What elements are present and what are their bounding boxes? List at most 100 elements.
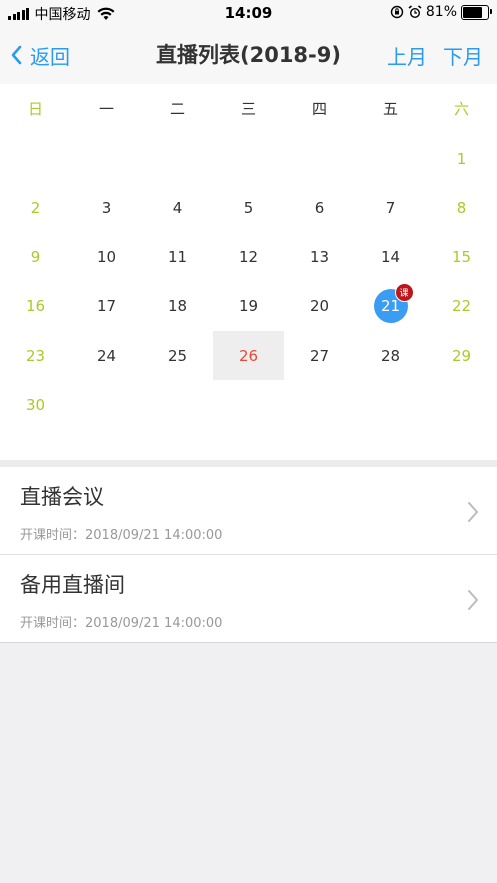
battery-icon (461, 4, 492, 20)
day-label: 9 (30, 248, 41, 267)
day-number: 23 (26, 347, 45, 365)
day-label: 22 (451, 297, 472, 316)
calendar-day-23[interactable]: 23 (0, 331, 71, 380)
month-switcher: 上月 下月 (387, 26, 483, 84)
day-number: 2 (31, 199, 41, 217)
day-label: 16 (25, 297, 46, 316)
calendar-day-11[interactable]: 11 (142, 233, 213, 282)
item-start-time: 开课时间：2018/09/21 14:00:00 (20, 528, 223, 543)
day-number: 28 (381, 347, 400, 365)
day-label: 3 (101, 198, 112, 217)
day-number: 7 (386, 199, 396, 217)
day-number: 30 (26, 396, 45, 414)
day-number: 9 (31, 248, 41, 266)
day-number: 12 (239, 248, 258, 266)
day-number: 14 (381, 248, 400, 266)
calendar-day-22[interactable]: 22 (426, 282, 497, 331)
calendar-day-4[interactable]: 4 (142, 183, 213, 232)
calendar-day-2[interactable]: 2 (0, 183, 71, 232)
calendar-day-18[interactable]: 18 (142, 282, 213, 331)
calendar-day-3[interactable]: 3 (71, 183, 142, 232)
calendar-day-14[interactable]: 14 (355, 233, 426, 282)
day-number: 29 (452, 347, 471, 365)
status-bar: 中国移动 14:09 81% (0, 0, 497, 26)
day-number: 16 (26, 297, 45, 315)
day-label: 2 (30, 198, 41, 217)
day-number: 20 (310, 297, 329, 315)
day-number: 17 (97, 297, 116, 315)
day-number: 4 (173, 199, 183, 217)
calendar-day-28[interactable]: 28 (355, 331, 426, 380)
day-label: 8 (456, 198, 467, 217)
weekday-1: 一 (98, 100, 114, 118)
calendar: 日一二三四五六 1 2 3 4 5 6 7 8 9 10 11 12 13 14 15 16 17 18 19 20 2… (0, 84, 497, 460)
calendar-day-24[interactable]: 24 (71, 331, 142, 380)
chevron-right-icon (468, 590, 478, 610)
day-label: 15 (451, 248, 472, 267)
day-label: 13 (309, 248, 330, 267)
calendar-day-27[interactable]: 27 (284, 331, 355, 380)
day-number: 13 (310, 248, 329, 266)
day-number: 25 (168, 347, 187, 365)
calendar-day-7[interactable]: 7 (355, 183, 426, 232)
day-label: 25 (167, 346, 188, 365)
day-label: 26 (238, 346, 259, 365)
calendar-day-15[interactable]: 15 (426, 233, 497, 282)
day-label: 23 (25, 346, 46, 365)
day-number: 15 (452, 248, 471, 266)
weekday-3: 三 (240, 100, 256, 118)
calendar-day-12[interactable]: 12 (213, 233, 284, 282)
item-title: 备用直播间 (20, 573, 125, 597)
calendar-day-30[interactable]: 30 (0, 381, 71, 430)
calendar-day-9[interactable]: 9 (0, 233, 71, 282)
day-label: 18 (167, 297, 188, 316)
day-number: 18 (168, 297, 187, 315)
day-number: 26 (239, 347, 258, 365)
calendar-day-26[interactable]: 26 (213, 331, 284, 381)
prev-month-button[interactable]: 上月 (387, 41, 427, 70)
battery-percent: 81% (425, 4, 457, 20)
item-start-time: 开课时间：2018/09/21 14:00:00 (20, 616, 223, 631)
day-number: 1 (457, 150, 467, 168)
day-label: 21 (380, 297, 401, 316)
alarm-icon (408, 5, 422, 18)
day-number: 10 (97, 248, 116, 266)
chevron-right-icon (468, 502, 478, 522)
day-number: 5 (244, 199, 254, 217)
weekday-0: 日 (27, 100, 43, 118)
day-label: 6 (314, 198, 325, 217)
list-item[interactable]: 备用直播间开课时间：2018/09/21 14:00:00 (0, 555, 497, 643)
calendar-day-20[interactable]: 20 (284, 282, 355, 331)
day-number: 11 (168, 248, 187, 266)
day-number: 8 (457, 199, 467, 217)
weekday-header: 日一二三四五六 (0, 84, 497, 134)
day-label: 24 (96, 346, 117, 365)
calendar-day-8[interactable]: 8 (426, 183, 497, 232)
next-month-button[interactable]: 下月 (443, 41, 483, 70)
weekday-2: 二 (169, 100, 185, 118)
calendar-day-21[interactable]: 21 课 (355, 282, 426, 331)
day-label: 12 (238, 248, 259, 267)
list-item[interactable]: 直播会议 开课时间：2018/09/21 14:00:00 (0, 467, 497, 555)
status-right: 81% (390, 4, 492, 20)
calendar-day-17[interactable]: 17 (71, 282, 142, 331)
day-label: 29 (451, 346, 472, 365)
day-label: 30 (25, 396, 46, 414)
calendar-day-19[interactable]: 19 (213, 282, 284, 331)
section-divider (0, 460, 497, 467)
calendar-day-16[interactable]: 16 (0, 282, 71, 331)
calendar-day-5[interactable]: 5 (213, 183, 284, 232)
calendar-day-25[interactable]: 25 (142, 331, 213, 380)
calendar-day-1[interactable]: 1 (426, 134, 497, 183)
day-label: 11 (167, 248, 188, 267)
nav-bar: 返回 直播列表(2018-9) 上月 下月 (0, 26, 497, 84)
calendar-day-29[interactable]: 29 (426, 331, 497, 380)
orientation-lock-icon (390, 5, 404, 19)
day-label: 19 (238, 297, 259, 316)
day-label: 28 (380, 346, 401, 365)
day-number: 6 (315, 199, 325, 217)
day-number: 3 (102, 199, 112, 217)
calendar-day-13[interactable]: 13 (284, 233, 355, 282)
calendar-day-6[interactable]: 6 (284, 183, 355, 232)
calendar-day-10[interactable]: 10 (71, 233, 142, 282)
